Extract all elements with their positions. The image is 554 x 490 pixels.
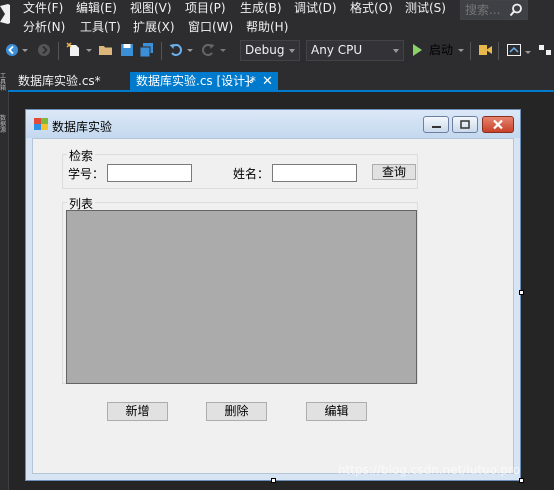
- menu-help[interactable]: 帮助(H): [246, 20, 288, 34]
- solution-config-value: Debug: [245, 43, 285, 57]
- minimize-button[interactable]: [423, 116, 449, 133]
- visual-studio-logo-icon: [0, 4, 10, 24]
- resize-handle-right[interactable]: [519, 290, 524, 295]
- menu-test[interactable]: 测试(S): [405, 1, 446, 15]
- maximize-icon: [460, 120, 470, 129]
- data-grid-view[interactable]: [66, 210, 417, 384]
- search-box[interactable]: [460, 0, 528, 20]
- student-id-label: 学号：: [68, 167, 105, 181]
- chevron-down-icon: [393, 49, 399, 53]
- menu-extensions[interactable]: 扩展(X): [133, 20, 175, 34]
- minimize-icon: [432, 126, 441, 128]
- new-dropdown-icon[interactable]: [86, 42, 92, 58]
- new-project-icon[interactable]: [66, 42, 82, 58]
- menu-window[interactable]: 窗口(W): [188, 20, 233, 34]
- form-title: 数据库实验: [52, 120, 113, 134]
- form-close-button[interactable]: [482, 116, 514, 133]
- layout-dropdown-icon[interactable]: [525, 42, 531, 58]
- save-all-icon[interactable]: [139, 42, 155, 58]
- form-title-bar[interactable]: 数据库实验: [26, 110, 520, 138]
- delete-button[interactable]: 删除: [206, 402, 267, 421]
- forward-icon[interactable]: [36, 42, 52, 58]
- menu-project[interactable]: 项目(P): [185, 1, 226, 15]
- back-icon[interactable]: [4, 42, 20, 58]
- undo-icon[interactable]: [168, 42, 184, 58]
- tab-designer[interactable]: 数据库实验.cs [设计]* ⊸ ✕: [130, 72, 278, 92]
- open-folder-icon[interactable]: [98, 42, 114, 58]
- search-group-legend: 检索: [67, 147, 96, 164]
- align-icon[interactable]: [538, 42, 552, 58]
- play-icon: [413, 44, 422, 56]
- chevron-down-icon: [289, 49, 295, 53]
- resize-handle-corner[interactable]: [519, 478, 524, 483]
- student-id-field[interactable]: [107, 164, 192, 182]
- resize-handle-bottom[interactable]: [271, 478, 276, 483]
- toolbar: Debug Any CPU 启动: [0, 38, 554, 64]
- search-input[interactable]: [465, 3, 511, 17]
- toolbox-tab[interactable]: 工具箱: [0, 74, 8, 92]
- menu-build[interactable]: 生成(B): [240, 1, 282, 15]
- tab-code[interactable]: 数据库实验.cs*: [12, 72, 130, 92]
- tab-code-label: 数据库实验.cs*: [18, 74, 101, 88]
- platform-dropdown[interactable]: Any CPU: [306, 40, 404, 61]
- toolbar-separator: [470, 42, 471, 60]
- menu-bar: 文件(F) 编辑(E) 视图(V) 项目(P) 生成(B) 调试(D) 格式(O…: [0, 0, 554, 38]
- close-icon[interactable]: ✕: [262, 73, 273, 91]
- close-x-icon: [493, 119, 503, 130]
- pin-icon[interactable]: ⊸: [244, 73, 253, 91]
- save-icon[interactable]: [119, 42, 135, 58]
- back-dropdown-icon[interactable]: [22, 42, 28, 58]
- form-app-icon: [34, 118, 48, 130]
- maximize-button[interactable]: [452, 116, 478, 133]
- toolbar-separator: [161, 42, 162, 60]
- tab-designer-label: 数据库实验.cs [设计]*: [136, 74, 256, 88]
- menu-file[interactable]: 文件(F): [23, 1, 63, 15]
- data-sources-tab[interactable]: 数据源: [0, 116, 8, 134]
- name-label: 姓名：: [233, 167, 270, 181]
- form-client-area: 检索 学号： 姓名： 查询 列表 新增 删除 编辑: [32, 138, 514, 474]
- browser-link-icon[interactable]: [477, 42, 493, 58]
- search-icon[interactable]: [509, 3, 523, 17]
- redo-dropdown-icon[interactable]: [220, 42, 226, 58]
- left-tool-strip: 工具箱 数据源: [0, 64, 8, 490]
- undo-dropdown-icon[interactable]: [187, 42, 193, 58]
- add-button[interactable]: 新增: [107, 402, 168, 421]
- menu-debug[interactable]: 调试(D): [294, 1, 337, 15]
- menu-format[interactable]: 格式(O): [350, 1, 393, 15]
- watermark: https://blog.csdn.net/lutuo.pro: [338, 463, 521, 477]
- menu-view[interactable]: 视图(V): [130, 1, 172, 15]
- redo-icon[interactable]: [200, 42, 216, 58]
- start-dropdown-icon[interactable]: [458, 42, 464, 58]
- menu-analyze[interactable]: 分析(N): [23, 20, 65, 34]
- edit-button[interactable]: 编辑: [306, 402, 367, 421]
- menu-edit[interactable]: 编辑(E): [76, 1, 117, 15]
- home-window-icon[interactable]: [506, 42, 522, 58]
- document-tabs: 数据库实验.cs* 数据库实验.cs [设计]* ⊸ ✕: [8, 64, 554, 92]
- toolbar-separator: [498, 42, 499, 60]
- name-field[interactable]: [272, 164, 357, 182]
- solution-config-dropdown[interactable]: Debug: [240, 40, 300, 61]
- query-button[interactable]: 查询: [372, 164, 416, 180]
- platform-value: Any CPU: [311, 43, 363, 57]
- menu-tools[interactable]: 工具(T): [80, 20, 121, 34]
- start-label: 启动: [429, 43, 454, 57]
- toolbar-separator: [58, 42, 59, 60]
- form-window[interactable]: 数据库实验 检索 学号： 姓名： 查询 列表 新增 删除 编辑: [25, 109, 521, 481]
